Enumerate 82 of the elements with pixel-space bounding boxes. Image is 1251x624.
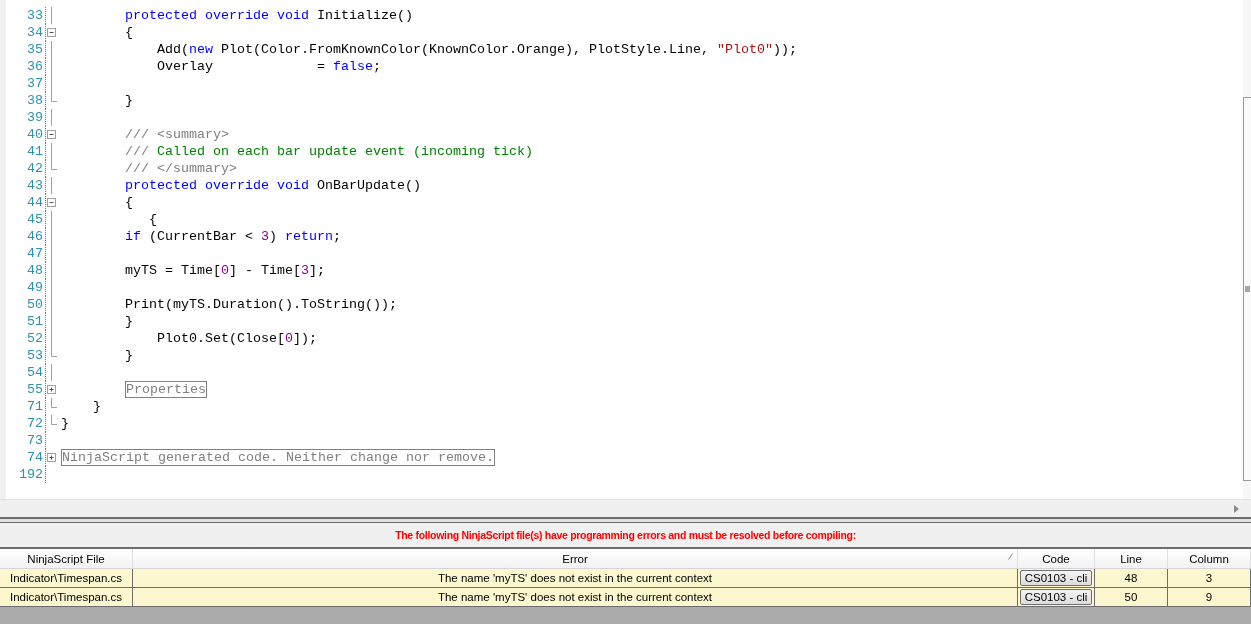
table-cell: Indicator\Timespan.cs	[9, 591, 123, 603]
line-number: 51	[27, 314, 44, 329]
line-number: 192	[19, 467, 44, 482]
fold-end-line	[51, 398, 57, 408]
scrollbar-thumb[interactable]	[1243, 97, 1251, 481]
fold-end-line	[51, 347, 57, 357]
line-number: 71	[27, 399, 44, 414]
line-number: 47	[27, 246, 44, 261]
code-line: protected override void OnBarUpdate()	[125, 178, 421, 193]
fold-line	[51, 177, 52, 194]
error-code-button[interactable]: CS0103 - cli	[1019, 570, 1093, 586]
collapsed-region[interactable]: Properties	[125, 381, 207, 398]
code-line: /// <summary>	[125, 127, 229, 142]
error-code-button[interactable]: CS0103 - cli	[1019, 589, 1093, 605]
code-line: myTS = Time[0] - Time[3];	[125, 263, 325, 278]
code-line: Print(myTS.Duration().ToString());	[125, 297, 397, 312]
line-number: 36	[27, 59, 44, 74]
code-line: {	[125, 195, 133, 210]
code-line: {	[149, 212, 157, 227]
line-number: 44	[27, 195, 44, 210]
fold-end-line	[51, 92, 57, 102]
code-line: Overlay = false;	[157, 59, 381, 74]
table-cell: The name 'myTS' does not exist in the current context	[437, 572, 713, 584]
code-line: }	[93, 399, 101, 414]
line-number: 49	[27, 280, 44, 295]
line-number: 72	[27, 416, 44, 431]
line-number: 55	[27, 382, 44, 397]
table-cell: 3	[1205, 572, 1213, 584]
line-number: 39	[27, 110, 44, 125]
line-number: 50	[27, 297, 44, 312]
code-line: /// </summary>	[125, 161, 237, 176]
line-number: 42	[27, 161, 44, 176]
table-cell: Indicator\Timespan.cs	[9, 572, 123, 584]
fold-end-line	[51, 415, 57, 425]
collapse-icon[interactable]	[47, 28, 56, 37]
code-line: }	[125, 93, 133, 108]
column-header[interactable]: NinjaScript File	[0, 549, 133, 569]
fold-end-line	[51, 160, 57, 170]
collapsed-region[interactable]: NinjaScript generated code. Neither change nor remove.	[61, 449, 495, 466]
collapse-icon[interactable]	[47, 198, 56, 207]
code-line: }	[61, 416, 69, 431]
fold-line	[51, 7, 52, 24]
code-line: {	[125, 25, 133, 40]
code-line: /// Called on each bar update event (incoming tick)	[125, 144, 533, 159]
line-number: 52	[27, 331, 44, 346]
line-number: 40	[27, 127, 44, 142]
fold-line	[51, 364, 52, 381]
line-number: 46	[27, 229, 44, 244]
line-number: 53	[27, 348, 44, 363]
column-header[interactable]: Code	[1018, 549, 1095, 569]
code-line: }	[125, 348, 133, 363]
line-number: 48	[27, 263, 44, 278]
line-number: 37	[27, 76, 44, 91]
line-number: 34	[27, 25, 44, 40]
line-number: 35	[27, 42, 44, 57]
line-number: 54	[27, 365, 44, 380]
column-header[interactable]: Line	[1095, 549, 1168, 569]
line-number: 38	[27, 93, 44, 108]
fold-line	[51, 143, 52, 160]
column-header[interactable]: Error	[133, 549, 1018, 569]
line-number: 73	[27, 433, 44, 448]
column-header[interactable]: Column	[1168, 549, 1251, 569]
table-cell: 50	[1124, 591, 1138, 603]
scroll-right-icon[interactable]	[1234, 504, 1239, 513]
line-number: 33	[27, 8, 44, 23]
code-line: }	[125, 314, 133, 329]
code-line: Plot0.Set(Close[0]);	[157, 331, 317, 346]
line-number: 43	[27, 178, 44, 193]
line-number: 74	[27, 450, 44, 465]
table-cell: 48	[1124, 572, 1138, 584]
code-line: if (CurrentBar < 3) return;	[125, 229, 341, 244]
fold-line	[51, 109, 52, 126]
line-number: 41	[27, 144, 44, 159]
error-message: The following NinjaScript file(s) have programming errors and must be resolved before compiling:	[395, 529, 856, 541]
expand-icon[interactable]	[47, 453, 56, 462]
table-cell: 9	[1205, 591, 1213, 603]
collapse-icon[interactable]	[47, 130, 56, 139]
line-number: 45	[27, 212, 44, 227]
code-line: protected override void Initialize()	[125, 8, 413, 23]
expand-icon[interactable]	[47, 385, 56, 394]
code-line: Add(new Plot(Color.FromKnownColor(KnownColor.Orange), PlotStyle.Line, "Plot0"));	[157, 42, 797, 57]
table-cell: The name 'myTS' does not exist in the current context	[437, 591, 713, 603]
